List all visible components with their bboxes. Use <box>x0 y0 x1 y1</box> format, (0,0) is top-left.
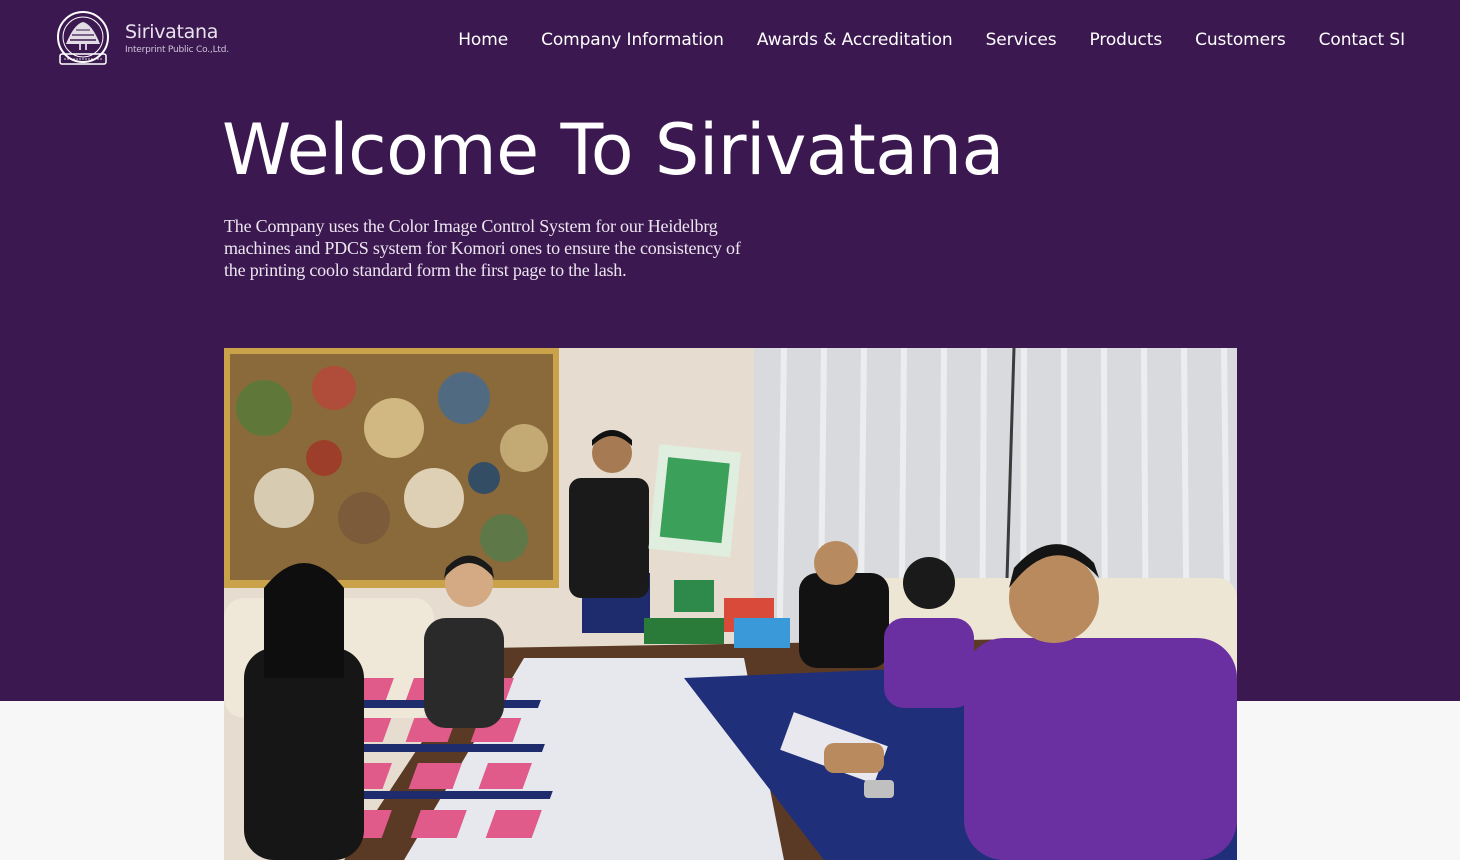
meeting-photo-illustration <box>224 348 1237 860</box>
logo-emblem-icon <box>57 11 109 65</box>
nav-item-awards-accreditation[interactable]: Awards & Accreditation <box>757 28 953 52</box>
hero-title: Welcome To Sirivatana <box>222 109 1004 191</box>
brand-subtitle: Interprint Public Co.,Ltd. <box>125 45 229 55</box>
nav-item-products[interactable]: Products <box>1089 28 1162 52</box>
nav-item-company-information[interactable]: Company Information <box>541 28 724 52</box>
brand-name: Sirivatana <box>125 21 219 43</box>
nav-item-contact-si[interactable]: Contact SI <box>1319 28 1405 52</box>
nav-item-services[interactable]: Services <box>986 28 1057 52</box>
logo-text: Sirivatana Interprint Public Co.,Ltd. <box>125 21 229 57</box>
hero-description: The Company uses the Color Image Control… <box>224 216 741 280</box>
hero-photo <box>224 348 1237 860</box>
main-nav: Home Company Information Awards & Accred… <box>458 28 1405 52</box>
site-logo[interactable]: Sirivatana Interprint Public Co.,Ltd. <box>54 10 229 68</box>
page: Sirivatana Interprint Public Co.,Ltd. Ho… <box>0 0 1460 860</box>
nav-item-home[interactable]: Home <box>458 28 508 52</box>
nav-item-customers[interactable]: Customers <box>1195 28 1286 52</box>
